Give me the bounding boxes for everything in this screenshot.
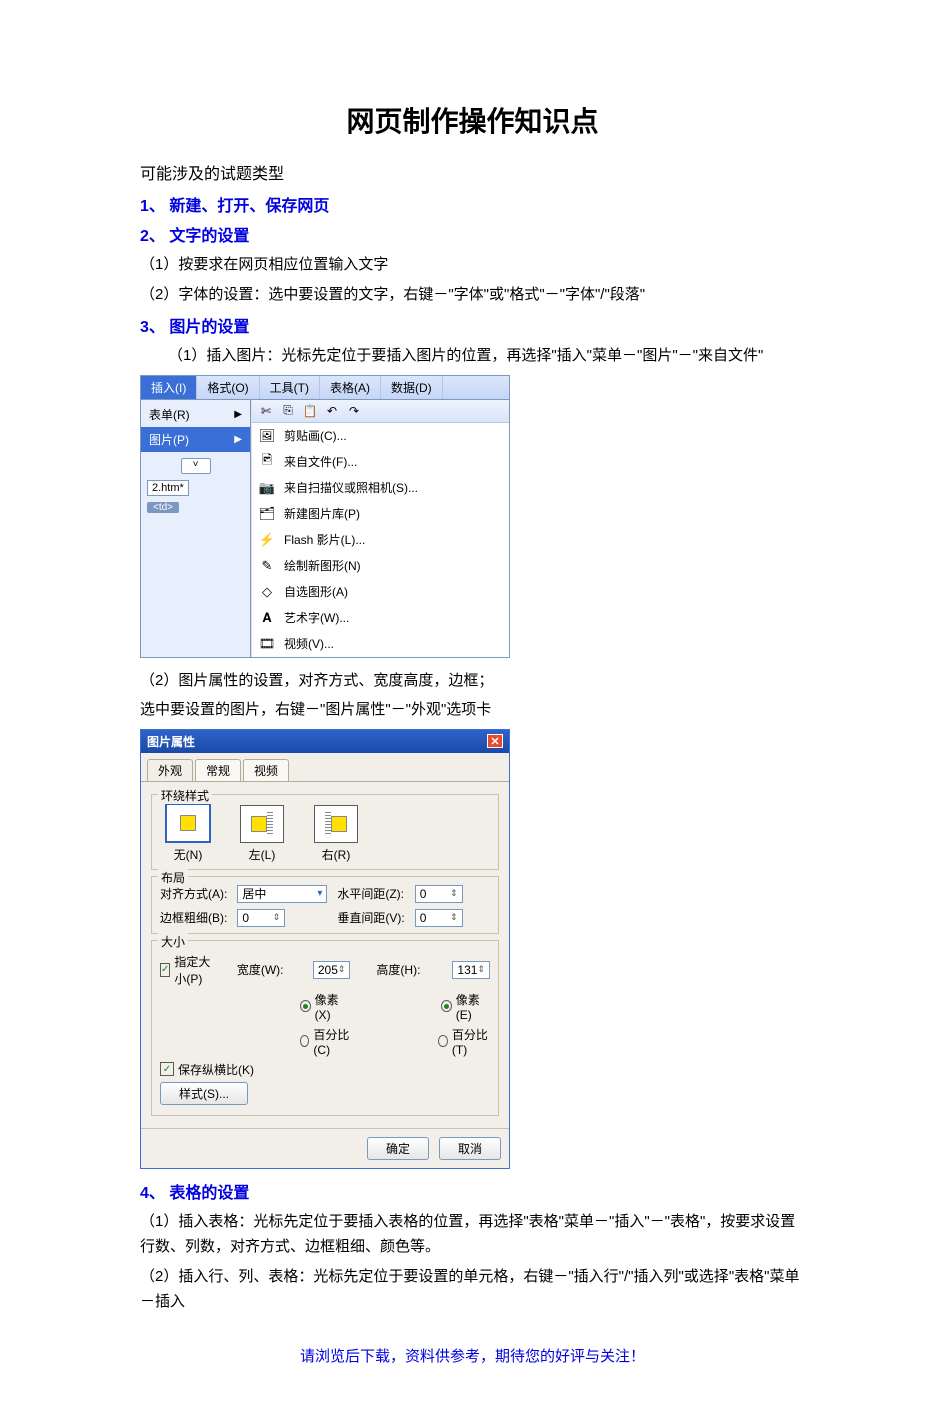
tag-chip-td: <td> <box>147 502 179 513</box>
copy-icon[interactable]: ⎘ <box>280 403 296 419</box>
document-page: 网页制作操作知识点 可能涉及的试题类型 1、 新建、打开、保存网页 2、 文字的… <box>0 0 945 1406</box>
clipart-icon: 🖼 <box>258 427 276 445</box>
submenu-video[interactable]: 🎞 视频(V)... <box>252 631 509 657</box>
layout-group: 布局 对齐方式(A): 居中 水平间距(Z): 0 边框粗细(B): 0 垂直间… <box>151 876 499 934</box>
dialog-tabs: 外观 常规 视频 <box>141 753 509 781</box>
height-label: 高度(H): <box>376 961 446 978</box>
dialog-button-bar: 确定 取消 <box>141 1128 509 1168</box>
autoshape-icon: ◇ <box>258 583 276 601</box>
wrap-right-preview-icon <box>331 816 347 832</box>
section-4-p1: （1）插入表格：光标先定位于要插入表格的位置，再选择"表格"菜单－"插入"－"表… <box>140 1209 805 1260</box>
layout-group-title: 布局 <box>158 869 188 886</box>
wrap-left-preview-icon <box>251 816 267 832</box>
flash-icon: ⚡ <box>258 531 276 549</box>
width-percent-radio[interactable]: 百分比(C) <box>300 1026 353 1057</box>
tab-appearance[interactable]: 外观 <box>147 759 193 781</box>
menu-data[interactable]: 数据(D) <box>381 376 443 399</box>
size-group: 大小 ✓ 指定大小(P) 宽度(W): 205 高度(H): 131 像素(X)… <box>151 940 499 1116</box>
video-icon: 🎞 <box>258 635 276 653</box>
section-4-head: 4、 表格的设置 <box>140 1179 805 1203</box>
menu-insert[interactable]: 插入(I) <box>141 376 197 399</box>
redo-icon[interactable]: ↷ <box>346 403 362 419</box>
picture-submenu: ✄ ⎘ 📋 ↶ ↷ 🖼 剪贴画(C)... 🖻 来自文件(F)... 📷 来自扫… <box>251 400 509 657</box>
expand-menu-icon[interactable]: ˅ <box>181 458 211 474</box>
border-label: 边框粗细(B): <box>160 909 227 926</box>
footer-note: 请浏览后下载，资料供参考，期待您的好评与关注！ <box>140 1345 805 1366</box>
hspace-label: 水平间距(Z): <box>337 885 404 902</box>
section-2-p2: （2）字体的设置：选中要设置的文字，右键－"字体"或"格式"－"字体"/"段落" <box>140 282 805 308</box>
submenu-clipart[interactable]: 🖼 剪贴画(C)... <box>252 423 509 449</box>
align-combo[interactable]: 居中 <box>237 885 327 903</box>
keep-ratio-checkbox[interactable]: ✓ 保存纵横比(K) <box>160 1061 254 1078</box>
dialog-title: 图片属性 <box>147 733 195 750</box>
subtitle: 可能涉及的试题类型 <box>140 160 805 184</box>
toolbar: ✄ ⎘ 📋 ↶ ↷ <box>252 400 509 423</box>
insert-picture-menu-screenshot: 插入(I) 格式(O) 工具(T) 表格(A) 数据(D) 表单(R) ▶ 图片… <box>140 375 510 658</box>
border-input[interactable]: 0 <box>237 909 285 927</box>
section-3-head: 3、 图片的设置 <box>140 313 805 337</box>
tab-general[interactable]: 常规 <box>195 759 241 781</box>
submenu-gallery[interactable]: 🗂 新建图片库(P) <box>252 501 509 527</box>
wrap-right[interactable]: 右(R) <box>308 805 364 863</box>
page-title: 网页制作操作知识点 <box>140 100 805 140</box>
specify-size-checkbox[interactable]: ✓ 指定大小(P) <box>160 953 211 987</box>
section-4-p2: （2）插入行、列、表格：光标先定位于要设置的单元格，右键－"插入行"/"插入列"… <box>140 1264 805 1315</box>
submenu-from-file[interactable]: 🖻 来自文件(F)... <box>252 449 509 475</box>
submenu-flash[interactable]: ⚡ Flash 影片(L)... <box>252 527 509 553</box>
menu-table[interactable]: 表格(A) <box>320 376 381 399</box>
tab-htm-file[interactable]: 2.htm* <box>147 480 189 496</box>
width-pixel-radio[interactable]: 像素(X) <box>300 991 349 1022</box>
menu-item-picture[interactable]: 图片(P) ▶ <box>141 427 250 452</box>
submenu-wordart[interactable]: 𝐀 艺术字(W)... <box>252 605 509 631</box>
submenu-scanner[interactable]: 📷 来自扫描仪或照相机(S)... <box>252 475 509 501</box>
insert-menu-left: 表单(R) ▶ 图片(P) ▶ ˅ 2.htm* <td> <box>141 400 251 657</box>
section-3-p1: （1）插入图片：光标先定位于要插入图片的位置，再选择"插入"菜单－"图片"－"来… <box>140 343 805 369</box>
vspace-input[interactable]: 0 <box>415 909 463 927</box>
wrap-style-group: 环绕样式 无(N) 左(L) 右(R) <box>151 794 499 870</box>
submenu-arrow-icon: ▶ <box>234 434 242 445</box>
picture-properties-dialog: 图片属性 ✕ 外观 常规 视频 环绕样式 无(N) 左(L) <box>140 729 510 1169</box>
size-group-title: 大小 <box>158 933 188 950</box>
hspace-input[interactable]: 0 <box>415 885 463 903</box>
wrap-none[interactable]: 无(N) <box>160 803 216 863</box>
section-3-p2: （2）图片属性的设置，对齐方式、宽度高度，边框； <box>140 668 805 694</box>
undo-icon[interactable]: ↶ <box>324 403 340 419</box>
wrap-left[interactable]: 左(L) <box>234 805 290 863</box>
wrap-none-preview-icon <box>180 815 196 831</box>
height-percent-radio[interactable]: 百分比(T) <box>438 1026 490 1057</box>
cancel-button[interactable]: 取消 <box>439 1137 501 1160</box>
draw-icon: ✎ <box>258 557 276 575</box>
submenu-arrow-icon: ▶ <box>234 409 242 420</box>
vspace-label: 垂直间距(V): <box>337 909 404 926</box>
width-input[interactable]: 205 <box>313 961 351 979</box>
submenu-autoshape[interactable]: ◇ 自选图形(A) <box>252 579 509 605</box>
submenu-draw-new[interactable]: ✎ 绘制新图形(N) <box>252 553 509 579</box>
paste-icon[interactable]: 📋 <box>302 403 318 419</box>
width-label: 宽度(W): <box>237 961 307 978</box>
cut-icon[interactable]: ✄ <box>258 403 274 419</box>
ok-button[interactable]: 确定 <box>367 1137 429 1160</box>
style-button[interactable]: 样式(S)... <box>160 1082 248 1105</box>
dialog-titlebar: 图片属性 ✕ <box>141 730 509 753</box>
menu-tools[interactable]: 工具(T) <box>260 376 320 399</box>
section-3-p3: 选中要设置的图片，右键－"图片属性"－"外观"选项卡 <box>140 697 805 723</box>
section-2-p1: （1）按要求在网页相应位置输入文字 <box>140 252 805 278</box>
tab-video[interactable]: 视频 <box>243 759 289 781</box>
section-1-head: 1、 新建、打开、保存网页 <box>140 192 805 216</box>
wrap-group-title: 环绕样式 <box>158 787 212 804</box>
section-2-head: 2、 文字的设置 <box>140 222 805 246</box>
menu-item-form[interactable]: 表单(R) ▶ <box>141 402 250 427</box>
menu-format[interactable]: 格式(O) <box>197 376 259 399</box>
file-picture-icon: 🖻 <box>258 453 276 471</box>
align-label: 对齐方式(A): <box>160 885 227 902</box>
close-icon[interactable]: ✕ <box>487 734 503 748</box>
height-input[interactable]: 131 <box>452 961 490 979</box>
scanner-icon: 📷 <box>258 479 276 497</box>
menubar: 插入(I) 格式(O) 工具(T) 表格(A) 数据(D) <box>141 376 509 400</box>
gallery-icon: 🗂 <box>258 505 276 523</box>
height-pixel-radio[interactable]: 像素(E) <box>441 991 490 1022</box>
wordart-icon: 𝐀 <box>258 609 276 627</box>
